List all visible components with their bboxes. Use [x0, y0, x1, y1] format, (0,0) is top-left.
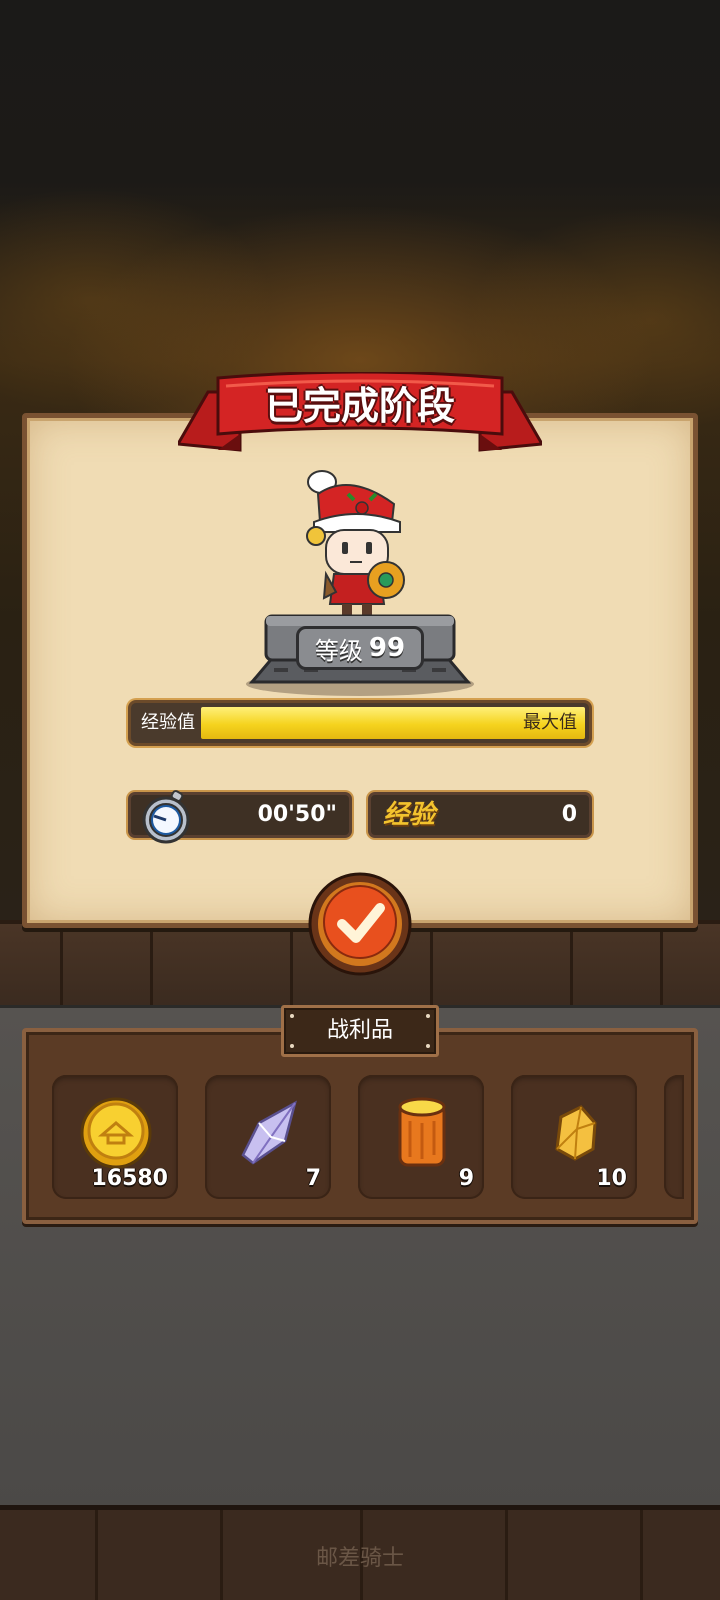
character-name: 邮差骑士	[315, 1546, 404, 1571]
exp-bar-label: 经验值	[141, 712, 195, 733]
hero-character	[306, 470, 405, 616]
hero-level: 等级 99	[296, 626, 424, 670]
loot-title-tag: 战利品	[281, 1005, 439, 1057]
stopwatch-icon	[142, 790, 190, 844]
level-prefix: 等级	[314, 636, 363, 665]
loot-slot-wood[interactable]: 9	[358, 1075, 484, 1199]
loot-slot-gold-ore[interactable]: 10	[511, 1075, 637, 1199]
gold-coin-icon	[80, 1097, 152, 1169]
loot-count: 16580	[91, 1166, 168, 1191]
stage-complete-title: 已完成阶段	[264, 384, 455, 428]
exp-gained-box: 经验 0	[368, 792, 592, 838]
loot-slot-gold[interactable]: 16580	[52, 1075, 178, 1199]
loot-count: 7	[305, 1166, 321, 1191]
wood-log-icon	[398, 1097, 446, 1167]
loot-count: 10	[596, 1166, 627, 1191]
exp-gained-label: 经验	[383, 800, 436, 830]
clear-time-value: 00'50"	[257, 802, 337, 827]
confirm-button[interactable]	[308, 872, 412, 976]
loot-slot-partial[interactable]	[664, 1075, 684, 1199]
loot-count: 9	[458, 1166, 474, 1191]
gold-ore-icon	[555, 1105, 597, 1161]
crystal-icon	[241, 1100, 297, 1165]
level-value: 99	[368, 633, 406, 663]
loot-slot-crystal[interactable]: 7	[205, 1075, 331, 1199]
exp-bar: 经验值 最大值	[128, 700, 592, 746]
exp-gained-value: 0	[561, 802, 577, 827]
loot-title: 战利品	[326, 1018, 393, 1043]
exp-bar-status: 最大值	[523, 712, 577, 733]
